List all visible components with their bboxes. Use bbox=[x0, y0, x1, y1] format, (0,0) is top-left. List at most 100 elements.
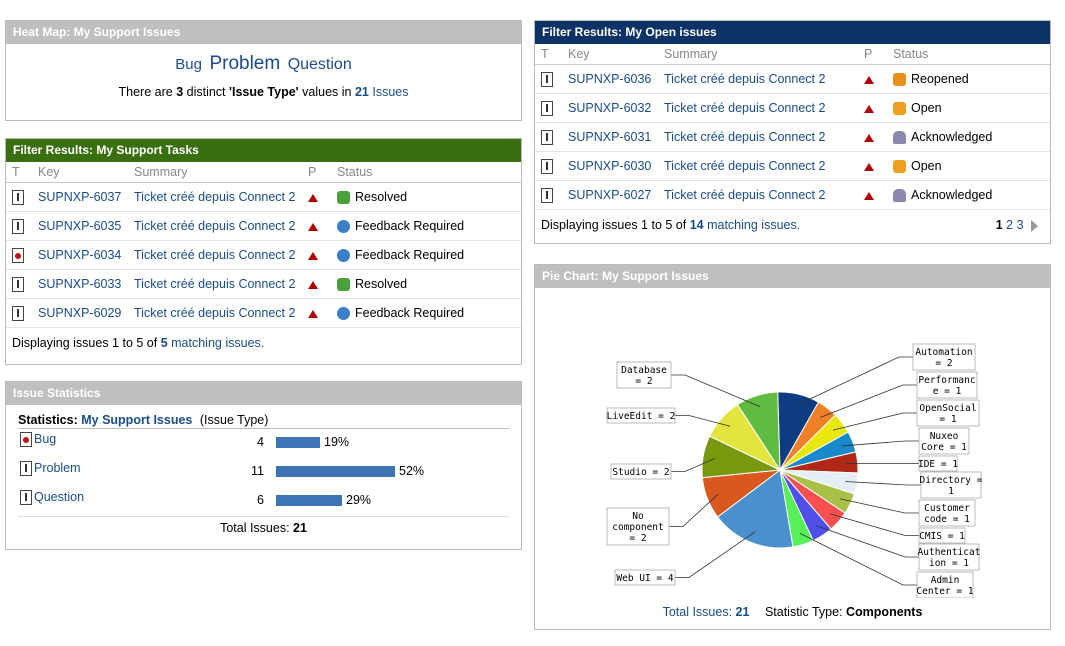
status-cell: Acknowledged bbox=[887, 122, 1050, 152]
statistics-total: Total Issues: 21 bbox=[18, 516, 509, 535]
heatmap-word-problem[interactable]: Problem bbox=[209, 53, 280, 74]
page-3[interactable]: 3 bbox=[1017, 218, 1024, 232]
priority-cell bbox=[858, 64, 887, 94]
heatmap-word-bug[interactable]: Bug bbox=[175, 56, 202, 73]
issue-key-link[interactable]: SUPNXP-6029 bbox=[38, 306, 121, 320]
pie-total-value[interactable]: 21 bbox=[736, 605, 750, 619]
issue-count-link[interactable]: 21 bbox=[355, 85, 369, 99]
key-cell: SUPNXP-6037 bbox=[32, 182, 128, 212]
filter-link[interactable]: My Support Issues bbox=[81, 413, 192, 427]
footer-count[interactable]: 5 bbox=[161, 336, 168, 350]
column-type[interactable]: T bbox=[6, 162, 32, 183]
issue-statistics-gadget: Issue Statistics Statistics: My Support … bbox=[5, 381, 522, 550]
pie-label: CMIS = 1 bbox=[919, 531, 965, 542]
table-row[interactable]: SUPNXP-6032 Ticket créé depuis Connect 2 O… bbox=[535, 93, 1050, 123]
pie-label: Admin bbox=[931, 575, 960, 586]
open-issues-title[interactable]: Filter Results: My Open issues bbox=[535, 21, 1050, 44]
heatmap-title[interactable]: Heat Map: My Support Issues bbox=[6, 21, 521, 44]
key-cell: SUPNXP-6035 bbox=[32, 211, 128, 241]
status-label: Resolved bbox=[355, 189, 408, 204]
table-row[interactable]: SUPNXP-6029 Ticket créé depuis Connect 2 F… bbox=[6, 298, 521, 328]
issue-summary-link[interactable]: Ticket créé depuis Connect 2 bbox=[134, 277, 295, 291]
pie-chart[interactable]: Automation= 2Performance = 1OpenSocial= … bbox=[535, 288, 1050, 598]
statistics-rows: Bug 4 19% Problem 11 52% Question 6 29% bbox=[18, 429, 509, 516]
issue-key-link[interactable]: SUPNXP-6027 bbox=[568, 188, 651, 202]
status-cell: Resolved bbox=[331, 269, 521, 299]
matching-issues-link[interactable]: matching issues. bbox=[171, 336, 264, 350]
statistic-bar bbox=[276, 495, 342, 506]
column-key[interactable]: Key bbox=[562, 44, 658, 65]
column-summary[interactable]: Summary bbox=[658, 44, 858, 65]
page-1[interactable]: 1 bbox=[996, 218, 1003, 232]
issue-summary-link[interactable]: Ticket créé depuis Connect 2 bbox=[664, 101, 825, 115]
support-tasks-title[interactable]: Filter Results: My Support Tasks bbox=[6, 139, 521, 162]
issue-type-link[interactable]: Bug bbox=[34, 432, 56, 446]
issue-key-link[interactable]: SUPNXP-6031 bbox=[568, 130, 651, 144]
issue-type-icon bbox=[12, 189, 24, 205]
issue-key-link[interactable]: SUPNXP-6033 bbox=[38, 277, 121, 291]
statistic-name: Problem bbox=[20, 461, 81, 477]
statistic-count: 4 bbox=[257, 435, 264, 449]
summary-cell: Ticket créé depuis Connect 2 bbox=[128, 240, 302, 270]
issue-summary-link[interactable]: Ticket créé depuis Connect 2 bbox=[134, 219, 295, 233]
issue-key-link[interactable]: SUPNXP-6030 bbox=[568, 159, 651, 173]
issue-summary-link[interactable]: Ticket créé depuis Connect 2 bbox=[664, 72, 825, 86]
pie-chart-title[interactable]: Pie Chart: My Support Issues bbox=[535, 265, 1050, 288]
priority-up-icon bbox=[864, 162, 874, 171]
type-cell bbox=[535, 151, 562, 181]
issue-summary-link[interactable]: Ticket créé depuis Connect 2 bbox=[134, 306, 295, 320]
column-summary[interactable]: Summary bbox=[128, 162, 302, 183]
pie-label: = 2 bbox=[635, 376, 652, 387]
table-row[interactable]: SUPNXP-6036 Ticket créé depuis Connect 2 R… bbox=[535, 64, 1050, 94]
matching-issues-link[interactable]: matching issues. bbox=[707, 218, 800, 232]
heatmap-word-question[interactable]: Question bbox=[288, 56, 352, 73]
column-priority[interactable]: P bbox=[302, 162, 331, 183]
issue-statistics-title[interactable]: Issue Statistics bbox=[6, 382, 521, 405]
key-cell: SUPNXP-6033 bbox=[32, 269, 128, 299]
open-issues-gadget: Filter Results: My Open issues T Key Sum… bbox=[534, 20, 1051, 244]
table-row[interactable]: SUPNXP-6031 Ticket créé depuis Connect 2 A… bbox=[535, 122, 1050, 152]
column-priority[interactable]: P bbox=[858, 44, 887, 65]
issue-type-icon bbox=[12, 305, 24, 321]
issue-summary-link[interactable]: Ticket créé depuis Connect 2 bbox=[664, 130, 825, 144]
column-type[interactable]: T bbox=[535, 44, 562, 65]
issue-key-link[interactable]: SUPNXP-6036 bbox=[568, 72, 651, 86]
summary-text: values in bbox=[302, 85, 352, 99]
issue-type-icon bbox=[541, 158, 553, 174]
summary-text: distinct bbox=[186, 85, 226, 99]
status-label: Acknowledged bbox=[911, 129, 993, 144]
issue-key-link[interactable]: SUPNXP-6034 bbox=[38, 248, 121, 262]
summary-cell: Ticket créé depuis Connect 2 bbox=[128, 269, 302, 299]
issue-key-link[interactable]: SUPNXP-6032 bbox=[568, 101, 651, 115]
issue-summary-link[interactable]: Ticket créé depuis Connect 2 bbox=[664, 159, 825, 173]
issue-type-icon bbox=[541, 100, 553, 116]
column-status[interactable]: Status bbox=[331, 162, 521, 183]
table-row[interactable]: SUPNXP-6035 Ticket créé depuis Connect 2 F… bbox=[6, 211, 521, 241]
key-cell: SUPNXP-6031 bbox=[562, 122, 658, 152]
issues-link[interactable]: Issues bbox=[372, 85, 408, 99]
pie-label: LiveEdit = 2 bbox=[607, 411, 676, 422]
column-key[interactable]: Key bbox=[32, 162, 128, 183]
table-row[interactable]: SUPNXP-6027 Ticket créé depuis Connect 2 A… bbox=[535, 180, 1050, 210]
page-2[interactable]: 2 bbox=[1006, 218, 1013, 232]
total-value: 21 bbox=[293, 521, 307, 535]
column-status[interactable]: Status bbox=[887, 44, 1050, 65]
issue-type-link[interactable]: Question bbox=[34, 490, 84, 504]
pie-label: Directory = bbox=[920, 475, 983, 486]
issue-summary-link[interactable]: Ticket créé depuis Connect 2 bbox=[134, 190, 295, 204]
status-label: Feedback Required bbox=[355, 305, 465, 320]
table-row[interactable]: SUPNXP-6030 Ticket créé depuis Connect 2 O… bbox=[535, 151, 1050, 181]
footer-text: Displaying issues 1 to 5 of bbox=[12, 336, 158, 350]
table-row[interactable]: SUPNXP-6033 Ticket créé depuis Connect 2 R… bbox=[6, 269, 521, 299]
table-row[interactable]: SUPNXP-6037 Ticket créé depuis Connect 2 R… bbox=[6, 182, 521, 212]
issue-summary-link[interactable]: Ticket créé depuis Connect 2 bbox=[664, 188, 825, 202]
issue-summary-link[interactable]: Ticket créé depuis Connect 2 bbox=[134, 248, 295, 262]
table-row[interactable]: SUPNXP-6034 Ticket créé depuis Connect 2 F… bbox=[6, 240, 521, 270]
issue-key-link[interactable]: SUPNXP-6035 bbox=[38, 219, 121, 233]
issue-key-link[interactable]: SUPNXP-6037 bbox=[38, 190, 121, 204]
footer-count[interactable]: 14 bbox=[690, 218, 704, 232]
issue-type-link[interactable]: Problem bbox=[34, 461, 81, 475]
next-page-icon[interactable] bbox=[1031, 219, 1038, 232]
statistics-field: (Issue Type) bbox=[199, 413, 269, 427]
acknowledged-icon bbox=[893, 189, 906, 203]
